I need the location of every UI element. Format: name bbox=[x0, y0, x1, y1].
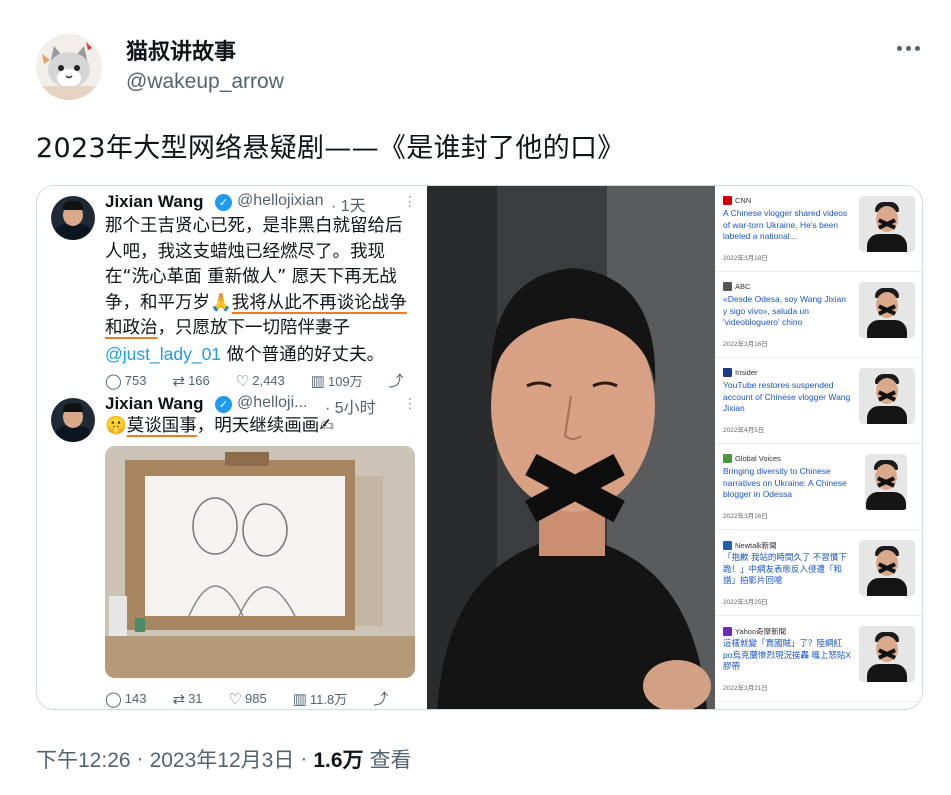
news-thumbnail bbox=[859, 368, 915, 424]
news-source-logo-icon bbox=[723, 196, 732, 205]
verified-icon: ✓ bbox=[215, 194, 232, 211]
embedded-avatar bbox=[51, 196, 95, 240]
news-item: Insider YouTube restores suspended accou… bbox=[715, 358, 922, 444]
views-icon: ▥ bbox=[310, 372, 325, 390]
embedded-author-name: Jixian Wang bbox=[105, 192, 204, 211]
tweet-date[interactable]: 2023年12月3日 bbox=[150, 744, 295, 774]
embedded-tweets-image: Jixian Wang ✓ @hellojixian · 1天 ⋮ 那个王吉贤心… bbox=[37, 186, 427, 709]
news-item: Global Voices Bringing diversity to Chin… bbox=[715, 444, 922, 530]
tweet-meta: 下午12:26 · 2023年12月3日 · 1.6万 查看 bbox=[36, 744, 412, 774]
more-dot-icon bbox=[914, 45, 920, 51]
news-source-logo-icon bbox=[723, 454, 732, 463]
news-item: CNN A Chinese vlogger shared videos of w… bbox=[715, 186, 922, 272]
like-icon: ♡ bbox=[235, 372, 250, 390]
news-thumbnail bbox=[859, 626, 915, 682]
embedded-author-handle: @helloji... bbox=[237, 394, 308, 411]
more-dot-icon bbox=[896, 45, 902, 51]
news-source-logo-icon bbox=[723, 282, 732, 291]
reply-icon: ◯ bbox=[105, 690, 122, 708]
mention-link: @just_lady_01 bbox=[105, 343, 222, 364]
embedded-post-body: 🤫莫谈国事，明天继续画画✍ bbox=[105, 416, 334, 436]
retweet-icon: ⇄ bbox=[172, 372, 186, 390]
news-thumbnail bbox=[859, 540, 915, 596]
highlighted-text: 莫谈国事 bbox=[126, 416, 197, 436]
embedded-menu-icon: ⋮ bbox=[403, 396, 417, 412]
author-handle[interactable]: @wakeup_arrow bbox=[126, 70, 284, 94]
embedded-avatar bbox=[51, 398, 95, 442]
embedded-menu-icon: ⋮ bbox=[403, 194, 417, 210]
author-avatar[interactable] bbox=[36, 34, 102, 100]
verified-icon: ✓ bbox=[215, 396, 232, 413]
share-icon: ⤴ bbox=[373, 691, 389, 708]
embedded-author-handle: @hellojixian bbox=[237, 192, 324, 209]
news-item: ABC «Desde Odesa, soy Wang Jixian y sigo… bbox=[715, 272, 922, 358]
share-icon: ⤴ bbox=[388, 373, 404, 390]
news-source-logo-icon bbox=[723, 541, 732, 550]
embedded-post-body: 那个王吉贤心已死，是非黑白就留给后人吧，我这支蜡烛已经燃尽了。我现在“洗心革面 … bbox=[105, 216, 407, 365]
news-item: Yahoo奇摩新聞 這樣就變「賣國賊」了？陸網紅po烏克蘭慘烈現況挨轟 嘴上怒貼… bbox=[715, 616, 922, 702]
news-thumbnail bbox=[859, 282, 915, 338]
embedded-post-time: · 1天 bbox=[331, 198, 366, 215]
news-thumbnail bbox=[865, 454, 907, 510]
news-list-image: CNN A Chinese vlogger shared videos of w… bbox=[715, 186, 922, 709]
news-thumbnail bbox=[859, 196, 915, 252]
more-options-button[interactable] bbox=[888, 34, 928, 62]
embedded-post-stats: ◯ 753 ⇄ 166 ♡ 2,443 ▥ 109万 ⤴ bbox=[105, 370, 404, 391]
embedded-author-name: Jixian Wang bbox=[105, 394, 204, 413]
meta-separator: · bbox=[300, 747, 308, 770]
view-count: 1.6万 bbox=[313, 749, 364, 772]
tweet-time[interactable]: 下午12:26 bbox=[36, 744, 131, 774]
news-source-logo-icon bbox=[723, 368, 732, 377]
news-source-logo-icon bbox=[723, 627, 732, 636]
more-dot-icon bbox=[905, 45, 911, 51]
like-icon: ♡ bbox=[228, 690, 242, 708]
views-label: 查看 bbox=[369, 749, 412, 772]
views-icon: ▥ bbox=[292, 690, 307, 708]
sketch-drawing-image bbox=[105, 446, 415, 678]
news-item: Newtalk新聞 「抱歉 我站的時間久了 不習慣下跪！」中網友表態反入侵遭「和… bbox=[715, 530, 922, 616]
embedded-post-stats: ◯ 143 ⇄ 31 ♡ 985 ▥ 11.8万 ⤴ bbox=[105, 688, 388, 709]
retweet-icon: ⇄ bbox=[172, 690, 186, 708]
author-name[interactable]: 猫叔讲故事 bbox=[126, 34, 236, 66]
tweet-media[interactable]: Jixian Wang ✓ @hellojixian · 1天 ⋮ 那个王吉贤心… bbox=[36, 185, 923, 710]
tweet-text: 2023年大型网络悬疑剧——《是谁封了他的口》 bbox=[36, 133, 625, 164]
reply-icon: ◯ bbox=[105, 372, 122, 390]
meta-separator: · bbox=[136, 747, 144, 770]
taped-mouth-photo bbox=[427, 186, 715, 709]
